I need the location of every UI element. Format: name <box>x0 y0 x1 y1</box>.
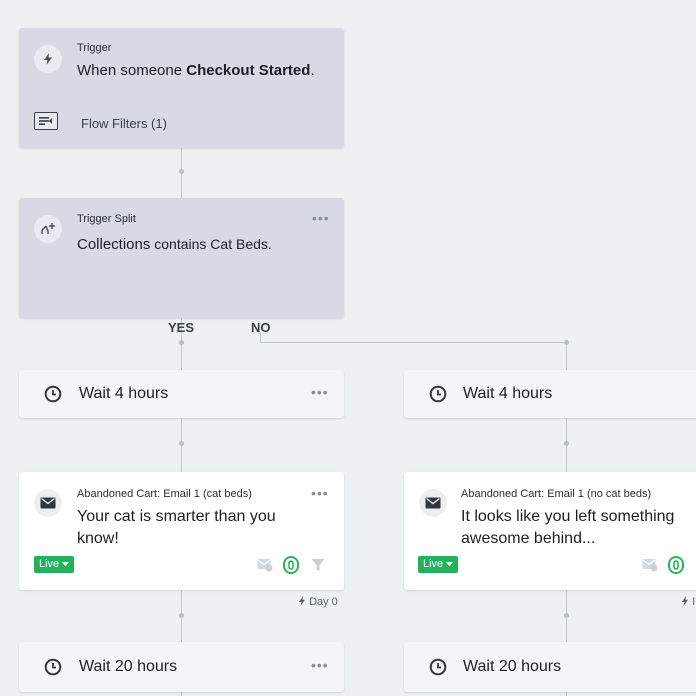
caret-down-icon <box>446 562 454 567</box>
email-card-left[interactable]: Abandoned Cart: Email 1 (cat beds) ••• Y… <box>19 472 344 590</box>
day-label-right: I <box>681 596 695 608</box>
lightning-icon <box>34 45 62 73</box>
trigger-split-menu-button[interactable]: ••• <box>312 210 330 226</box>
wait-label: Wait 4 hours <box>79 385 169 402</box>
wait-menu-button[interactable]: ••• <box>311 384 329 400</box>
clock-icon <box>44 385 62 408</box>
live-status-dropdown[interactable]: Live <box>418 556 459 573</box>
flow-canvas[interactable]: Trigger When someone Checkout Started. F… <box>0 0 696 696</box>
connector-line <box>566 342 567 370</box>
lightning-icon <box>682 596 688 606</box>
filter-icon[interactable] <box>311 558 325 577</box>
wait-label: Wait 20 hours <box>79 658 178 675</box>
email-subject: Your cat is smarter than you know! <box>77 508 276 547</box>
day-label-left: Day 0 <box>298 596 338 608</box>
trigger-card[interactable]: Trigger When someone Checkout Started. F… <box>19 28 344 148</box>
caret-down-icon <box>62 562 70 567</box>
connector-dot <box>564 441 569 446</box>
trigger-text-prefix: When someone <box>77 62 183 79</box>
day-label-text: Day 0 <box>309 596 338 608</box>
connector-dot <box>564 340 569 345</box>
email-name: Abandoned Cart: Email 1 (cat beds) <box>77 488 252 500</box>
email-subject: It looks like you left something awesome… <box>461 508 675 547</box>
smart-sending-icon[interactable] <box>283 556 299 579</box>
trigger-split-condition: Collections contains Cat Beds. <box>77 234 272 255</box>
wait-card-right-1[interactable]: Wait 4 hours <box>404 370 696 418</box>
envelope-icon <box>34 489 62 517</box>
day-label-text: I <box>692 596 696 608</box>
split-icon <box>34 215 62 243</box>
email-card-right[interactable]: Abandoned Cart: Email 1 (no cat beds) It… <box>404 472 696 590</box>
envelope-icon <box>419 489 447 517</box>
wait-card-right-2[interactable]: Wait 20 hours <box>404 642 696 692</box>
live-status-label: Live <box>39 558 60 570</box>
clock-icon <box>44 658 62 681</box>
wait-menu-button[interactable]: ••• <box>311 657 329 673</box>
clock-icon <box>429 658 447 681</box>
wait-label: Wait 20 hours <box>463 658 562 675</box>
connector-dot <box>179 169 184 174</box>
lightning-icon <box>299 596 305 606</box>
connector-dot <box>564 613 569 618</box>
wait-label: Wait 4 hours <box>463 385 553 402</box>
preview-email-icon[interactable] <box>257 558 273 577</box>
split-property: Collections <box>77 236 151 253</box>
connector-line <box>260 342 567 343</box>
live-status-label: Live <box>423 558 444 570</box>
email-name: Abandoned Cart: Email 1 (no cat beds) <box>461 488 652 500</box>
trigger-text: When someone Checkout Started. <box>77 61 315 81</box>
branch-no-label: NO <box>251 320 271 335</box>
trigger-event-name: Checkout Started <box>186 62 311 79</box>
split-condition-rest: contains Cat Beds. <box>150 236 272 252</box>
live-status-dropdown[interactable]: Live <box>34 556 75 573</box>
clock-icon <box>429 385 447 408</box>
flow-filters-link[interactable]: Flow Filters (1) <box>81 116 167 131</box>
connector-dot <box>179 441 184 446</box>
trigger-text-suffix: . <box>310 62 315 79</box>
trigger-split-label: Trigger Split <box>77 213 136 225</box>
email-menu-button[interactable]: ••• <box>311 485 329 501</box>
connector-line <box>566 692 567 696</box>
trigger-label: Trigger <box>77 42 112 54</box>
preview-email-icon[interactable] <box>642 558 658 577</box>
trigger-split-card[interactable]: Trigger Split ••• Collections contains C… <box>19 198 344 318</box>
branch-yes-label: YES <box>168 320 195 335</box>
wait-card-left-2[interactable]: Wait 20 hours ••• <box>19 642 344 692</box>
connector-line <box>181 692 182 696</box>
smart-sending-icon[interactable] <box>668 556 684 579</box>
connector-dot <box>179 613 184 618</box>
filter-list-icon <box>34 112 58 130</box>
connector-dot <box>179 340 184 345</box>
wait-card-left-1[interactable]: Wait 4 hours ••• <box>19 370 344 418</box>
